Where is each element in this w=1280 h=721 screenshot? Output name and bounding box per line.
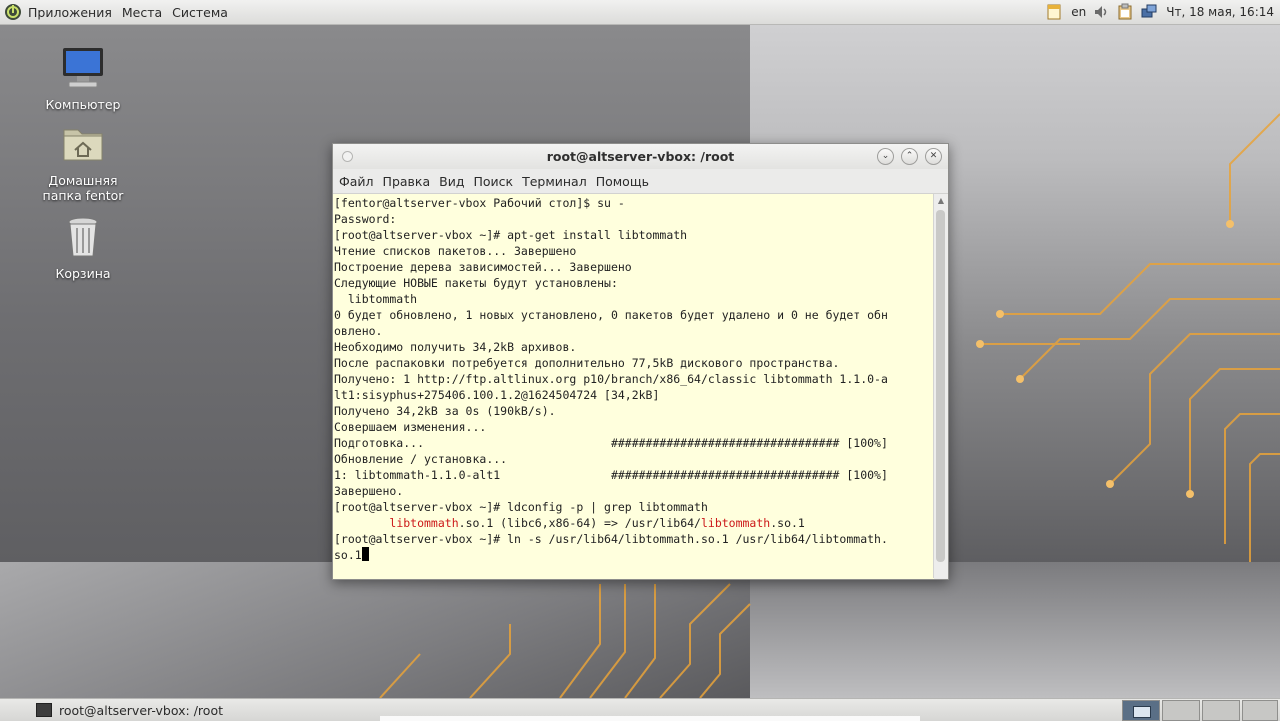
workspace-1[interactable] bbox=[1122, 700, 1160, 721]
system-menu[interactable]: Система bbox=[172, 5, 228, 20]
system-tray: en Чт, 18 мая, 16:14 bbox=[1039, 0, 1274, 24]
menu-help[interactable]: Помощь bbox=[596, 174, 649, 189]
terminal-text: [fentor@altserver-vbox Рабочий стол]$ su… bbox=[334, 196, 625, 210]
terminal-text: .so.1 bbox=[770, 516, 805, 530]
close-button[interactable]: ✕ bbox=[925, 148, 942, 165]
notes-icon[interactable] bbox=[1045, 3, 1063, 21]
alt-linux-logo-icon[interactable] bbox=[4, 3, 22, 21]
terminal-cursor bbox=[361, 547, 369, 561]
terminal-text: [root@altserver-vbox ~]# ln -s /usr/lib6… bbox=[334, 532, 888, 546]
terminal-text: libtommath bbox=[334, 292, 418, 306]
terminal-text: [root@altserver-vbox ~]# ldconfig -p | g… bbox=[334, 500, 708, 514]
terminal-line: [root@altserver-vbox ~]# ln -s /usr/lib6… bbox=[333, 531, 934, 547]
menu-file[interactable]: Файл bbox=[339, 174, 374, 189]
terminal-window[interactable]: root@altserver-vbox: /root ⌄ ⌃ ✕ Файл Пр… bbox=[332, 143, 949, 580]
terminal-line: Чтение списков пакетов... Завершено bbox=[333, 243, 934, 259]
terminal-line: so.1 bbox=[333, 547, 934, 563]
terminal-line: Завершено. bbox=[333, 483, 934, 499]
desktop-icon-label: Корзина bbox=[55, 266, 111, 281]
terminal-line: Получено: 1 http://ftp.altlinux.org p10/… bbox=[333, 371, 934, 387]
terminal-line: 1: libtommath-1.1.0-alt1 ###############… bbox=[333, 467, 934, 483]
terminal-text: Совершаем изменения... bbox=[334, 420, 487, 434]
menu-search[interactable]: Поиск bbox=[473, 174, 513, 189]
places-menu[interactable]: Места bbox=[122, 5, 162, 20]
terminal-line: libtommath bbox=[333, 291, 934, 307]
top-panel: Приложения Места Система en Чт, 18 мая, … bbox=[0, 0, 1280, 25]
highlighted-match: libtommath bbox=[389, 516, 459, 530]
home-folder-icon bbox=[63, 129, 103, 161]
terminal-line: овлено. bbox=[333, 323, 934, 339]
scroll-up-icon[interactable]: ▲ bbox=[934, 194, 948, 208]
terminal-line: [fentor@altserver-vbox Рабочий стол]$ su… bbox=[333, 195, 934, 211]
trash-icon bbox=[68, 217, 98, 257]
window-menu-icon[interactable] bbox=[342, 151, 353, 162]
terminal-line: lt1:sisyphus+275406.100.1.2@1624504724 [… bbox=[333, 387, 934, 403]
terminal-text: lt1:sisyphus+275406.100.1.2@1624504724 [… bbox=[334, 388, 660, 402]
terminal-line: Следующие НОВЫЕ пакеты будут установлены… bbox=[333, 275, 934, 291]
taskbar-empty-area bbox=[380, 716, 920, 721]
taskbar-window-button[interactable]: root@altserver-vbox: /root bbox=[30, 699, 223, 721]
terminal-line: Совершаем изменения... bbox=[333, 419, 934, 435]
workspace-2[interactable] bbox=[1162, 700, 1200, 721]
terminal-text: 1: libtommath-1.1.0-alt1 ###############… bbox=[334, 468, 888, 482]
terminal-scrollbar[interactable]: ▲ bbox=[933, 194, 948, 578]
terminal-text: Чтение списков пакетов... Завершено bbox=[334, 244, 577, 258]
terminal-text: Подготовка... ##########################… bbox=[334, 436, 888, 450]
terminal-line: Обновление / установка... bbox=[333, 451, 934, 467]
terminal-text: овлено. bbox=[334, 324, 383, 338]
desktop-icon-label: Домашняя папка fentor bbox=[42, 173, 124, 203]
terminal-text: .so.1 (libc6,x86-64) => /usr/lib64/ bbox=[458, 516, 701, 530]
terminal-text: 0 будет обновлено, 1 новых установлено, … bbox=[334, 308, 888, 322]
terminal-text: Необходимо получить 34,2kB архивов. bbox=[334, 340, 577, 354]
bottom-panel: root@altserver-vbox: /root bbox=[0, 698, 1280, 721]
window-titlebar[interactable]: root@altserver-vbox: /root ⌄ ⌃ ✕ bbox=[333, 144, 948, 169]
terminal-text: [root@altserver-vbox ~]# apt-get install… bbox=[334, 228, 688, 242]
computer-icon bbox=[63, 48, 103, 88]
terminal-line: [root@altserver-vbox ~]# ldconfig -p | g… bbox=[333, 499, 934, 515]
window-menubar: Файл Правка Вид Поиск Терминал Помощь bbox=[333, 169, 948, 194]
terminal-text: Получено 34,2kB за 0s (190kB/s). bbox=[334, 404, 556, 418]
keyboard-layout-indicator[interactable]: en bbox=[1071, 5, 1086, 19]
maximize-button[interactable]: ⌃ bbox=[901, 148, 918, 165]
desktop-icon-computer[interactable]: Компьютер bbox=[28, 44, 138, 112]
terminal-text: Password: bbox=[334, 212, 397, 226]
workspace-3[interactable] bbox=[1202, 700, 1240, 721]
terminal-line: Password: bbox=[333, 211, 934, 227]
terminal-line: [root@altserver-vbox ~]# apt-get install… bbox=[333, 227, 934, 243]
window-title: root@altserver-vbox: /root bbox=[546, 149, 735, 164]
clock[interactable]: Чт, 18 мая, 16:14 bbox=[1166, 5, 1274, 19]
desktop-icon-label: Компьютер bbox=[45, 97, 121, 112]
terminal-text: so.1 bbox=[334, 548, 362, 562]
terminal-text: Следующие НОВЫЕ пакеты будут установлены… bbox=[334, 276, 618, 290]
desktop-icon-trash[interactable]: Корзина bbox=[28, 213, 138, 281]
volume-icon[interactable] bbox=[1092, 3, 1110, 21]
terminal-text: Построение дерева зависимостей... Заверш… bbox=[334, 260, 632, 274]
terminal-text: Получено: 1 http://ftp.altlinux.org p10/… bbox=[334, 372, 888, 386]
menu-edit[interactable]: Правка bbox=[383, 174, 431, 189]
applications-menu[interactable]: Приложения bbox=[28, 5, 112, 20]
clipboard-icon[interactable] bbox=[1116, 3, 1134, 21]
terminal-text: Обновление / установка... bbox=[334, 452, 508, 466]
terminal-line: После распаковки потребуется дополнитель… bbox=[333, 355, 934, 371]
terminal-line: Получено 34,2kB за 0s (190kB/s). bbox=[333, 403, 934, 419]
workspace-4[interactable] bbox=[1242, 700, 1278, 721]
desktop-icon-home-folder[interactable]: Домашняя папка fentor bbox=[28, 120, 138, 203]
menu-view[interactable]: Вид bbox=[439, 174, 464, 189]
minimize-button[interactable]: ⌄ bbox=[877, 148, 894, 165]
taskbar-window-label: root@altserver-vbox: /root bbox=[59, 702, 223, 718]
menu-terminal[interactable]: Терминал bbox=[522, 174, 587, 189]
terminal-line: libtommath.so.1 (libc6,x86-64) => /usr/l… bbox=[333, 515, 934, 531]
terminal-line: Подготовка... ##########################… bbox=[333, 435, 934, 451]
network-icon[interactable] bbox=[1140, 3, 1158, 21]
terminal-output[interactable]: [fentor@altserver-vbox Рабочий стол]$ su… bbox=[333, 194, 934, 579]
terminal-icon bbox=[36, 703, 52, 717]
terminal-text: После распаковки потребуется дополнитель… bbox=[334, 356, 840, 370]
terminal-line: Необходимо получить 34,2kB архивов. bbox=[333, 339, 934, 355]
terminal-line: 0 будет обновлено, 1 новых установлено, … bbox=[333, 307, 934, 323]
highlighted-match: libtommath bbox=[700, 516, 771, 530]
terminal-text: Завершено. bbox=[334, 484, 404, 498]
terminal-line: Построение дерева зависимостей... Заверш… bbox=[333, 259, 934, 275]
scrollbar-thumb[interactable] bbox=[936, 210, 945, 562]
